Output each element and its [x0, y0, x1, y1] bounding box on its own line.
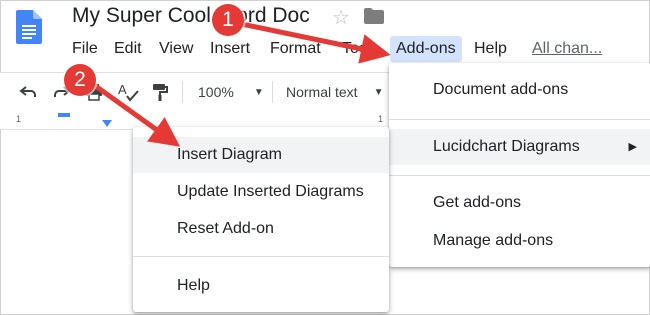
submenu-arrow-icon: ▶: [628, 141, 637, 153]
google-docs-icon[interactable]: [16, 10, 42, 49]
toolbar-divider: [182, 81, 183, 103]
style-value: Normal text: [286, 84, 358, 100]
menu-item-insert-diagram[interactable]: Insert Diagram: [133, 137, 389, 173]
menu-format[interactable]: Format: [264, 36, 327, 62]
annotation-badge-2: 2: [64, 64, 96, 96]
menu-file[interactable]: File: [66, 36, 104, 62]
menu-help[interactable]: Help: [468, 36, 513, 62]
ruler-indent-marker[interactable]: [102, 120, 112, 127]
menu-item-label: Lucidchart Diagrams: [433, 138, 580, 155]
menu-divider: [389, 175, 650, 176]
style-select[interactable]: Normal text ▼: [286, 81, 383, 103]
chevron-down-icon: ▼: [373, 86, 384, 98]
star-icon[interactable]: ☆: [332, 5, 350, 30]
zoom-value: 100%: [198, 84, 234, 100]
all-changes-link[interactable]: All chan...: [526, 36, 608, 62]
menu-insert[interactable]: Insert: [204, 36, 256, 62]
menu-item-update-inserted-diagrams[interactable]: Update Inserted Diagrams: [133, 174, 389, 210]
toolbar-divider: [272, 81, 273, 103]
menu-divider: [389, 119, 650, 120]
menu-edit[interactable]: Edit: [108, 36, 148, 62]
ruler-margin-marker[interactable]: [58, 113, 70, 117]
menu-item-get-addons[interactable]: Get add-ons: [389, 185, 650, 221]
ruler-number: 1: [16, 114, 22, 124]
zoom-select[interactable]: 100% ▼: [198, 81, 264, 103]
chevron-down-icon: ▼: [253, 86, 264, 98]
folder-icon[interactable]: [364, 8, 384, 29]
ruler-number: 1: [378, 114, 384, 124]
paint-format-icon[interactable]: [150, 81, 170, 103]
menu-item-reset-addon[interactable]: Reset Add-on: [133, 211, 389, 247]
menu-item-help[interactable]: Help: [133, 268, 389, 304]
lucidchart-submenu: Insert Diagram Update Inserted Diagrams …: [133, 127, 389, 312]
addons-menu: Document add-ons Lucidchart Diagrams ▶ G…: [389, 63, 650, 267]
annotation-badge-1: 1: [212, 4, 244, 36]
document-title[interactable]: My Super Cool Word Doc: [72, 4, 310, 28]
undo-icon[interactable]: [18, 81, 38, 103]
menu-addons[interactable]: Add-ons: [390, 36, 462, 62]
menu-item-lucidchart-diagrams[interactable]: Lucidchart Diagrams ▶: [389, 129, 650, 165]
spellcheck-icon[interactable]: A: [118, 81, 140, 103]
menu-item-manage-addons[interactable]: Manage add-ons: [389, 223, 650, 259]
svg-text:A: A: [118, 82, 127, 97]
menu-view[interactable]: View: [153, 36, 199, 62]
menu-item-document-addons[interactable]: Document add-ons: [389, 72, 650, 108]
menu-divider: [133, 256, 389, 257]
menu-tools[interactable]: Too: [336, 36, 374, 62]
